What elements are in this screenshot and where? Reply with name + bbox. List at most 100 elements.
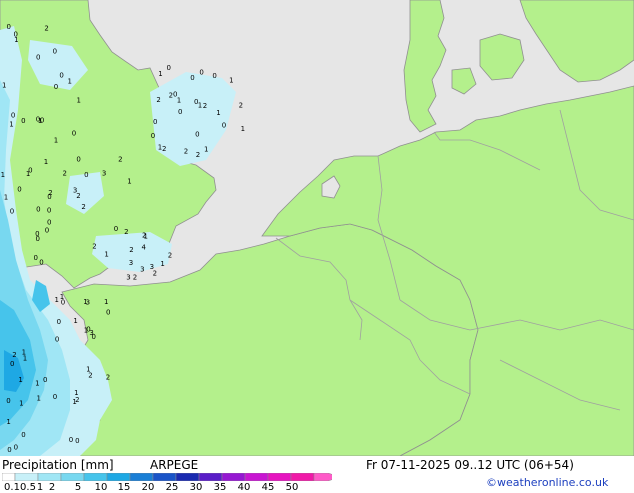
legend-swatch	[83, 473, 108, 481]
precip-value-label: 2	[63, 169, 67, 177]
precip-value-label: 1	[68, 78, 72, 86]
legend-tick-label: 1	[36, 482, 44, 493]
precip-value-label: 0	[153, 118, 157, 126]
legend-tick-label: 50	[285, 482, 299, 493]
precip-value-label: 0	[72, 129, 76, 137]
precip-value-label: 3	[140, 266, 144, 274]
legend-tick-label: 10	[94, 482, 108, 493]
legend-swatch	[244, 473, 269, 481]
precip-value-label: 0	[39, 259, 43, 267]
precip-value-label: 0	[35, 230, 39, 238]
precip-value-label: 2	[106, 374, 110, 382]
precip-value-label: 0	[21, 117, 25, 125]
precip-value-label: 0	[59, 72, 63, 80]
precip-value-label: 1	[35, 380, 39, 388]
precip-value-label: 0	[55, 335, 59, 343]
precip-value-label: 1	[73, 317, 77, 325]
precip-value-label: 1	[19, 400, 23, 408]
precip-value-label: 1	[158, 70, 162, 78]
precip-value-label: 0	[54, 83, 58, 91]
precip-value-label: 1	[37, 394, 41, 402]
precip-value-label: 2	[129, 246, 133, 254]
precip-value-label: 0	[151, 132, 155, 140]
legend-swatch	[2, 473, 16, 481]
precip-value-label: 1	[22, 348, 26, 356]
precip-value-label: 1	[38, 117, 42, 125]
legend-swatch	[14, 473, 39, 481]
precip-value-label: 0	[11, 112, 15, 120]
precip-value-label: 1	[44, 158, 48, 166]
precip-value-label: 0	[114, 225, 118, 233]
legend-tick-label: 25	[165, 482, 179, 493]
legend-tick-label: 15	[117, 482, 131, 493]
precip-value-label: 2	[196, 151, 200, 159]
precip-value-label: 0	[7, 23, 11, 31]
legend-tick-label: 30	[189, 482, 203, 493]
precip-value-label: 1	[216, 109, 220, 117]
precip-value-label: 2	[92, 243, 96, 251]
precip-value-label: 2	[48, 189, 52, 197]
precip-value-label: 0	[69, 436, 73, 444]
precip-value-label: 1	[4, 194, 8, 202]
precip-value-label: 1	[1, 171, 5, 179]
precip-value-label: 1	[18, 376, 22, 384]
precip-value-label: 1	[160, 260, 164, 268]
legend-colorbar	[2, 473, 332, 481]
legend-swatch	[290, 473, 315, 481]
precip-value-label: 1	[6, 418, 10, 426]
precip-value-label: 1	[177, 96, 181, 104]
precip-value-label: 0	[75, 437, 79, 445]
precip-value-label: 0	[14, 30, 18, 38]
precip-value-label: 0	[10, 360, 14, 368]
footer-datetime: Fr 07-11-2025 09..12 UTC (06+54)	[366, 458, 574, 472]
legend-swatch	[152, 473, 177, 481]
precip-value-label: 0	[14, 444, 18, 452]
legend-swatch	[37, 473, 62, 481]
legend-swatch	[129, 473, 154, 481]
precip-value-label: 0	[43, 376, 47, 384]
precip-value-label: 0	[10, 208, 14, 216]
precip-value-label: 1	[198, 101, 202, 109]
precip-value-label: 0	[194, 98, 198, 106]
legend-swatch	[198, 473, 223, 481]
legend-tick-label: 5	[74, 482, 82, 493]
precip-value-label: 2	[169, 91, 173, 99]
precip-value-label: 2	[156, 96, 160, 104]
legend-swatch	[267, 473, 292, 481]
precip-value-label: 0	[53, 393, 57, 401]
precip-value-label: 2	[184, 148, 188, 156]
precip-value-label: 1	[77, 97, 81, 105]
precip-value-label: 0	[7, 446, 11, 454]
precip-value-label: 2	[12, 351, 16, 359]
legend-swatch	[175, 473, 200, 481]
precip-value-label: 1	[26, 170, 30, 178]
legend-tick-label: 35	[213, 482, 227, 493]
legend-tick-label: 40	[237, 482, 251, 493]
precip-value-label: 1	[229, 76, 233, 84]
legend-swatch	[221, 473, 246, 481]
precip-value-label: 1	[104, 250, 108, 258]
precip-value-label: 0	[47, 219, 51, 227]
precip-value-label: 1	[55, 296, 59, 304]
precip-value-label: 3	[86, 299, 90, 307]
precip-value-label: 0	[57, 318, 61, 326]
precip-value-label: 1	[204, 146, 208, 154]
precip-value-label: 2	[75, 396, 79, 404]
precip-value-label: 0	[222, 122, 226, 130]
precip-value-label: 2	[76, 192, 80, 200]
precip-value-label: 1	[84, 326, 88, 334]
footer-model: ARPEGE	[150, 458, 199, 472]
precip-value-label: 2	[118, 156, 122, 164]
legend-tick-label: 45	[261, 482, 275, 493]
precip-value-label: 0	[106, 309, 110, 317]
precip-value-label: 2	[168, 252, 172, 260]
precip-value-label: 1	[2, 81, 6, 89]
precip-value-label: 0	[21, 431, 25, 439]
precip-value-label: 2	[44, 25, 48, 33]
precip-value-label: 2	[203, 102, 207, 110]
precip-value-label: 0	[36, 53, 40, 61]
precip-value-label: 0	[199, 69, 203, 77]
footer-title: Precipitation [mm]	[2, 458, 114, 472]
precip-value-label: 0	[47, 206, 51, 214]
precip-value-label: 0	[84, 171, 88, 179]
